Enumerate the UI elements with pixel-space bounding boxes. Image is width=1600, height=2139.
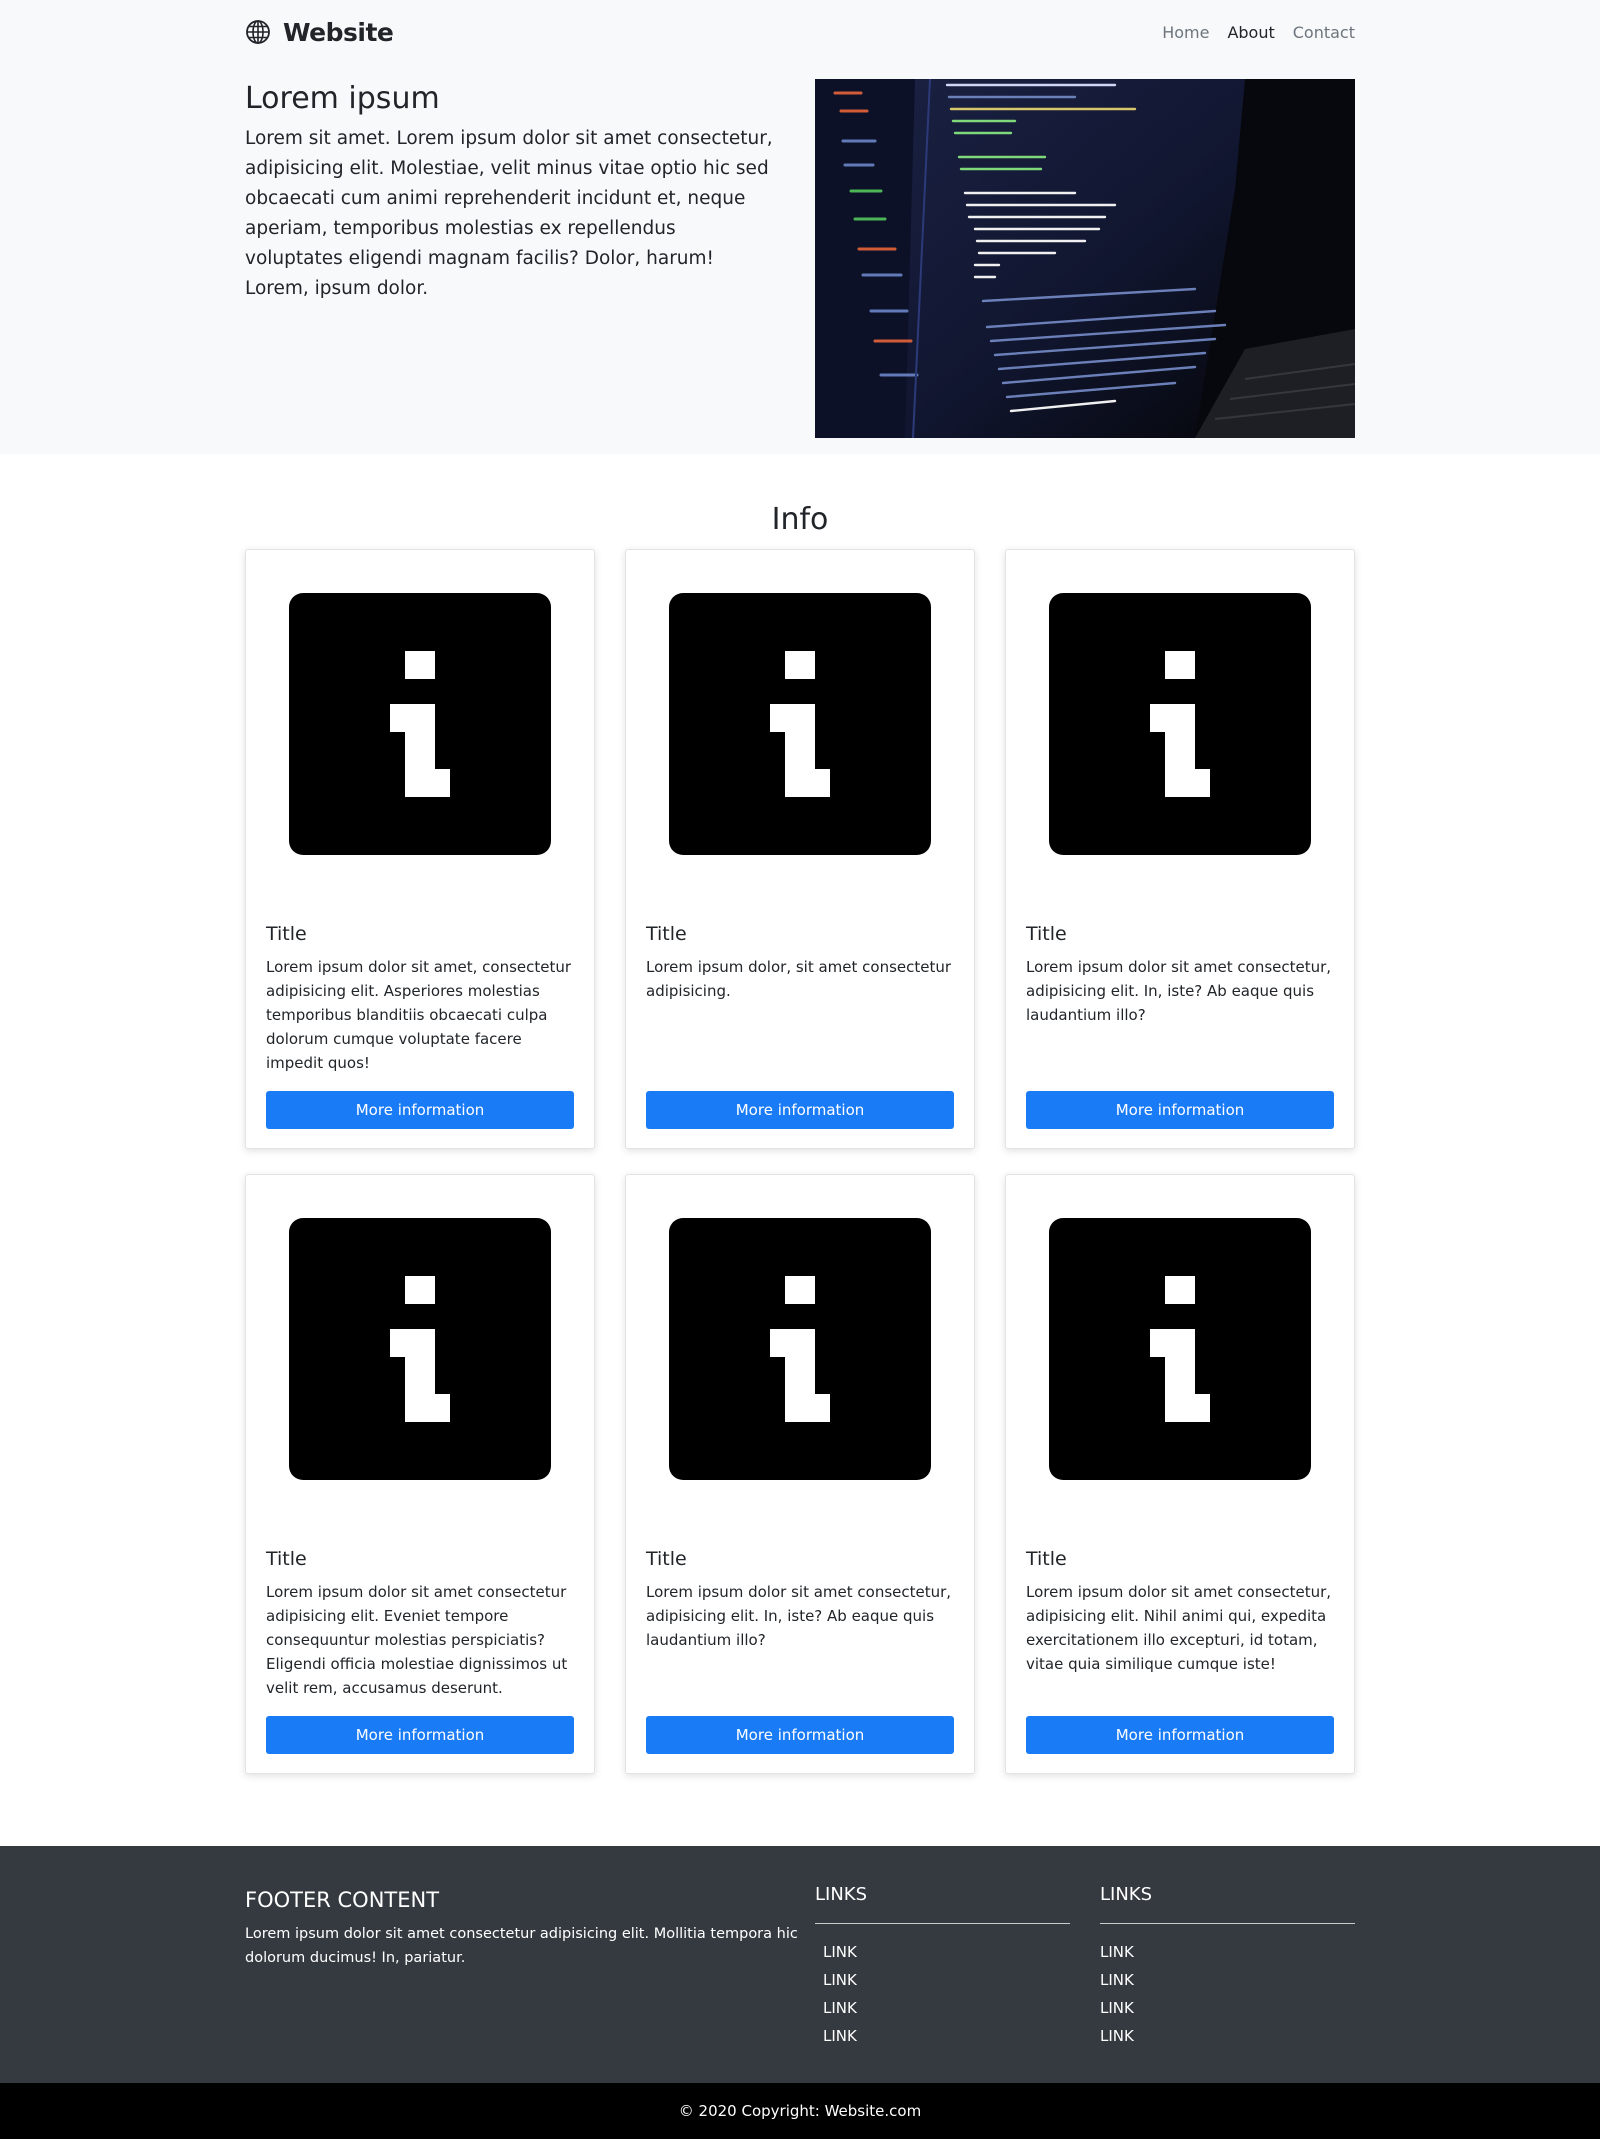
card-title: Title	[646, 1548, 687, 1570]
card-title: Title	[646, 923, 687, 945]
nav-link-about[interactable]: About	[1227, 23, 1274, 42]
more-information-button[interactable]: More information	[646, 1716, 954, 1754]
globe-icon	[245, 19, 271, 45]
nav-link-contact[interactable]: Contact	[1293, 23, 1355, 42]
card-text: Lorem ipsum dolor sit amet, consectetur …	[266, 958, 572, 1072]
footer-link[interactable]: LINK	[815, 1943, 857, 1961]
more-information-button[interactable]: More information	[266, 1091, 574, 1129]
card-title: Title	[1026, 1548, 1067, 1570]
brand-name: Website	[283, 17, 394, 47]
card-text: Lorem ipsum dolor sit amet consectetur, …	[1026, 1583, 1332, 1673]
footer-text: Lorem ipsum dolor sit amet consectetur a…	[245, 1926, 798, 1966]
info-icon	[289, 593, 551, 855]
info-icon	[1049, 1218, 1311, 1480]
info-icon	[669, 593, 931, 855]
copyright-text: © 2020 Copyright: Website.com	[678, 2102, 922, 2120]
nav-link-home[interactable]: Home	[1162, 23, 1209, 42]
footer: Footer Content Lorem ipsum dolor sit ame…	[0, 1846, 1600, 2083]
info-card: Title Lorem ipsum dolor sit amet consect…	[1005, 549, 1355, 1149]
info-title: Info	[771, 502, 829, 537]
card-grid: Title Lorem ipsum dolor sit amet, consec…	[245, 549, 1355, 1774]
more-information-button[interactable]: More information	[266, 1716, 574, 1754]
card-text: Lorem ipsum dolor sit amet consectetur, …	[1026, 958, 1332, 1024]
footer-link[interactable]: LINK	[1100, 2027, 1134, 2045]
footer-link[interactable]: LINK	[1100, 1999, 1134, 2017]
card-title: Title	[266, 923, 307, 945]
card-title: Title	[1026, 923, 1067, 945]
copyright-bar: © 2020 Copyright: Website.com	[0, 2083, 1600, 2139]
footer-link[interactable]: LINK	[815, 1971, 857, 1989]
footer-link[interactable]: LINK	[815, 2027, 857, 2045]
navbar: Website Home About Contact	[245, 0, 1355, 64]
more-information-button[interactable]: More information	[1026, 1716, 1334, 1754]
footer-column-title: Links	[1100, 1884, 1355, 1924]
footer-title: Footer Content	[245, 1888, 440, 1912]
footer-links-column: Links LINK LINK LINK LINK	[815, 1884, 1070, 2054]
info-section: Info Title Lorem ipsum dolor sit amet, c…	[0, 454, 1600, 1846]
brand-link[interactable]: Website	[245, 17, 394, 47]
footer-link[interactable]: LINK	[815, 1999, 857, 2017]
nav-menu: Home About Contact	[1162, 23, 1355, 42]
more-information-button[interactable]: More information	[646, 1091, 954, 1129]
info-icon	[1049, 593, 1311, 855]
code-screen-photo	[815, 79, 1355, 438]
hero-image	[815, 79, 1355, 438]
more-information-button[interactable]: More information	[1026, 1091, 1334, 1129]
header-section: Website Home About Contact Lorem ipsum L…	[0, 0, 1600, 454]
card-text: Lorem ipsum dolor sit amet consectetur a…	[266, 1583, 568, 1697]
footer-links-column: Links LINK LINK LINK LINK	[1100, 1884, 1355, 2054]
footer-link[interactable]: LINK	[1100, 1943, 1134, 1961]
card-text: Lorem ipsum dolor sit amet consectetur, …	[646, 1583, 952, 1649]
info-card: Title Lorem ipsum dolor sit amet consect…	[625, 1174, 975, 1774]
info-icon	[289, 1218, 551, 1480]
hero-description: Lorem sit amet. Lorem ipsum dolor sit am…	[245, 128, 773, 299]
footer-about: Footer Content Lorem ipsum dolor sit ame…	[245, 1888, 815, 2054]
footer-column-title: Links	[815, 1884, 1070, 1924]
hero: Lorem ipsum Lorem sit amet. Lorem ipsum …	[245, 79, 1355, 438]
info-icon	[669, 1218, 931, 1480]
info-card: Title Lorem ipsum dolor sit amet, consec…	[245, 549, 595, 1149]
hero-title: Lorem ipsum	[245, 81, 440, 116]
info-card: Title Lorem ipsum dolor sit amet consect…	[1005, 1174, 1355, 1774]
info-card: Title Lorem ipsum dolor sit amet consect…	[245, 1174, 595, 1774]
card-text: Lorem ipsum dolor, sit amet consectetur …	[646, 958, 952, 1000]
info-card: Title Lorem ipsum dolor, sit amet consec…	[625, 549, 975, 1149]
hero-text: Lorem ipsum Lorem sit amet. Lorem ipsum …	[245, 79, 775, 438]
card-title: Title	[266, 1548, 307, 1570]
footer-link[interactable]: LINK	[1100, 1971, 1134, 1989]
